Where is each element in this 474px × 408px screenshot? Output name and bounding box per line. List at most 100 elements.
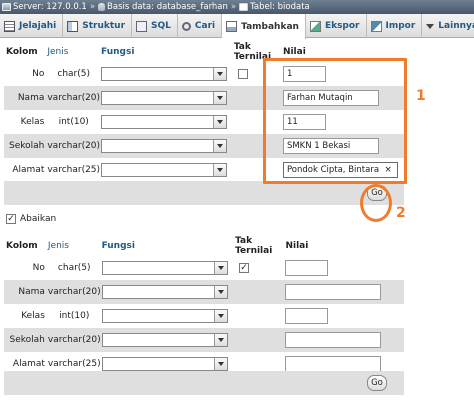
- table-icon: [239, 3, 249, 11]
- chevron-down-icon: [213, 358, 227, 370]
- column-name: Kelas: [4, 110, 48, 134]
- function-select[interactable]: [101, 309, 228, 323]
- tab-label: Tambahkan: [241, 21, 299, 32]
- import-icon: [370, 20, 382, 32]
- function-select[interactable]: [101, 357, 228, 371]
- header-jenis[interactable]: Jenis: [47, 42, 100, 62]
- tab-sql[interactable]: SQL: [132, 14, 178, 38]
- breadcrumb-server-label[interactable]: Server: 127.0.0.1: [13, 2, 87, 12]
- chevron-down-icon: [213, 140, 227, 152]
- column-name: Sekolah: [4, 134, 48, 158]
- column-type: int(10): [47, 110, 101, 134]
- column-type: varchar(20): [47, 280, 101, 304]
- chevron-down-icon: [213, 92, 227, 104]
- tab-label: Cari: [194, 21, 216, 31]
- column-type: varchar(25): [47, 158, 101, 182]
- column-type: varchar(20): [47, 86, 101, 110]
- tab-label: Jelajahi: [19, 21, 57, 31]
- breadcrumb-separator: »: [89, 2, 96, 12]
- function-select[interactable]: [101, 285, 228, 299]
- structure-icon: [67, 20, 79, 32]
- breadcrumb-separator: »: [230, 2, 237, 12]
- column-type: char(5): [47, 256, 101, 280]
- chevron-down-icon: [213, 262, 227, 274]
- tab-jelajahi[interactable]: Jelajahi: [0, 14, 64, 38]
- column-name: Alamat: [4, 158, 48, 182]
- chevron-down-icon: [213, 68, 227, 80]
- annotation-number-2: 2: [396, 205, 406, 221]
- breadcrumb-server[interactable]: Server: 127.0.0.1: [2, 2, 87, 12]
- column-type: char(5): [47, 62, 101, 86]
- column-type: varchar(20): [47, 328, 101, 352]
- tab-label: SQL: [151, 21, 171, 31]
- header-jenis[interactable]: Jenis: [48, 236, 101, 256]
- tab-tambahkan[interactable]: Tambahkan: [222, 14, 306, 39]
- tab-cari[interactable]: Cari: [178, 14, 223, 38]
- value-input[interactable]: [285, 308, 329, 324]
- value-input[interactable]: [285, 260, 329, 276]
- function-select[interactable]: [101, 115, 228, 129]
- table-row: No char(5) ✓: [4, 256, 404, 280]
- null-checkbox[interactable]: ✓: [239, 263, 250, 273]
- header-nilai: Nilai: [285, 241, 309, 251]
- chevron-down-icon: [213, 286, 227, 298]
- tab-label: Struktur: [82, 21, 126, 31]
- insert-icon: [226, 21, 238, 32]
- database-icon: [98, 3, 106, 11]
- server-icon: [2, 3, 11, 11]
- breadcrumb-table[interactable]: Tabel: biodata: [239, 2, 310, 12]
- tab-label: Ekspor: [324, 21, 360, 31]
- chevron-down-icon: [213, 116, 227, 128]
- column-name: Sekolah: [4, 328, 48, 352]
- sql-icon: [136, 20, 148, 32]
- search-icon: [181, 21, 191, 31]
- header-tak-ternilai: Tak Ternilai: [235, 236, 273, 256]
- tab-ekspor[interactable]: Ekspor: [306, 14, 367, 38]
- function-select[interactable]: [101, 91, 228, 105]
- ignore-checkbox[interactable]: ✓: [6, 214, 16, 224]
- column-type: int(10): [47, 304, 101, 328]
- browse-icon: [4, 20, 15, 32]
- table-row: Nama varchar(20): [4, 280, 404, 304]
- tab-label: Impor: [385, 21, 416, 31]
- header-kolom: Kolom: [6, 241, 38, 251]
- action-bar-1: Go: [4, 181, 404, 205]
- tab-lainnya[interactable]: Lainnya: [422, 14, 474, 38]
- annotation-number-1: 1: [416, 88, 426, 104]
- chevron-down-icon: [426, 23, 435, 29]
- function-select[interactable]: [101, 163, 228, 177]
- action-bar-2: Go: [4, 371, 404, 395]
- value-input[interactable]: [285, 356, 382, 372]
- annotation-circle-2: [360, 184, 392, 222]
- column-type: varchar(20): [47, 134, 101, 158]
- function-select[interactable]: [101, 333, 228, 347]
- function-select[interactable]: [101, 67, 228, 81]
- null-checkbox[interactable]: [237, 69, 248, 79]
- tab-label: Lainnya: [438, 21, 474, 31]
- value-input[interactable]: [285, 332, 382, 348]
- table-row: Sekolah varchar(20): [4, 328, 404, 352]
- table-row: Kelas int(10): [4, 304, 404, 328]
- go-button[interactable]: Go: [367, 375, 387, 391]
- tab-bar: Jelajahi Struktur SQL Cari Tambahkan Eks…: [0, 14, 474, 39]
- ignore-label: Abaikan: [20, 214, 57, 224]
- export-icon: [309, 20, 321, 32]
- value-input[interactable]: [285, 284, 382, 300]
- ignore-option[interactable]: ✓ Abaikan: [6, 214, 56, 224]
- function-select[interactable]: [101, 261, 228, 275]
- column-name: Nama: [4, 280, 48, 304]
- breadcrumb-database[interactable]: Basis data: database_farhan: [98, 2, 228, 12]
- breadcrumb-database-label[interactable]: Basis data: database_farhan: [107, 2, 228, 12]
- insert-form-2: Kolom Jenis Fungsi Tak Ternilai Nilai No…: [4, 236, 404, 376]
- annotation-box-1: [263, 58, 407, 184]
- breadcrumb-table-label[interactable]: Tabel: biodata: [250, 2, 310, 12]
- header-fungsi: Fungsi: [101, 47, 135, 57]
- header-row: Kolom Jenis Fungsi Tak Ternilai Nilai: [4, 236, 404, 256]
- column-name: No: [4, 256, 48, 280]
- tab-struktur[interactable]: Struktur: [63, 14, 133, 38]
- function-select[interactable]: [101, 139, 228, 153]
- chevron-down-icon: [213, 164, 227, 176]
- column-name: Kelas: [4, 304, 48, 328]
- tab-impor[interactable]: Impor: [367, 14, 423, 38]
- breadcrumb: Server: 127.0.0.1 » Basis data: database…: [0, 0, 474, 14]
